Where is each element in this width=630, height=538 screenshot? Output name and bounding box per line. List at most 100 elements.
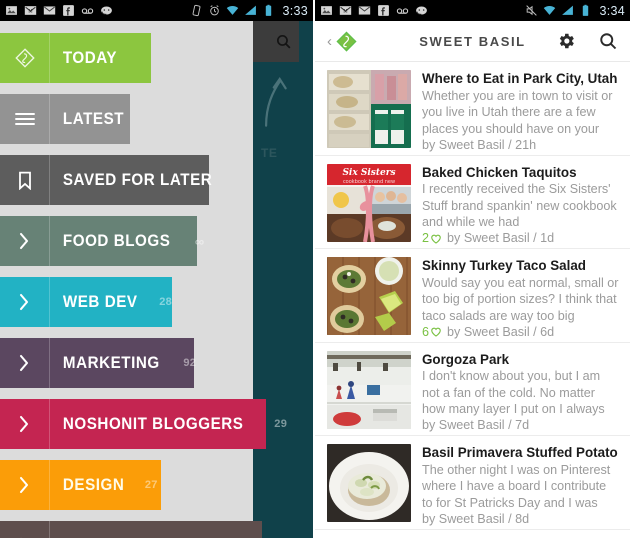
battery-icon: [579, 4, 592, 17]
article-snippet: I recently received the Six Sisters' Stu…: [422, 182, 617, 230]
article-byline: by Sweet Basil / 21h: [422, 137, 537, 152]
svg-text:M: M: [343, 9, 347, 15]
search-icon[interactable]: [598, 31, 618, 51]
stuffed-potato-photo: [327, 444, 411, 522]
hamburger-icon: [0, 94, 50, 144]
article-row[interactable]: Gorgoza Park I don't know about you, but …: [315, 343, 630, 436]
article-title: Skinny Turkey Taco Salad: [422, 258, 586, 273]
svg-text:cookbook brand new: cookbook brand new: [343, 179, 395, 185]
signal-icon: [244, 4, 257, 17]
drawer-row: LATEST: [0, 88, 313, 149]
drawer-item-label: FOOD BLOGS: [62, 231, 171, 250]
drawer-item-count: 29: [274, 418, 288, 430]
article-byline: by Sweet Basil / 7d: [422, 418, 530, 433]
navigation-drawer-menu: TODAY LATEST SAVED FOR LATER FOOD BLOGS ∞ WEB…: [0, 27, 313, 538]
drawer-row: DESIGN 27: [0, 454, 313, 515]
voicemail-icon: [81, 4, 94, 17]
screenshot-root: M 3:33 TE TODAY LATEST SAVED FOR LATER F…: [0, 0, 630, 538]
article-title: Where to Eat in Park City, Utah: [422, 71, 618, 86]
drawer-item-label: MARKETING: [62, 353, 160, 372]
feedly-logo-icon[interactable]: [335, 30, 358, 53]
like-count: 6: [422, 324, 442, 340]
heart-icon: [430, 326, 442, 338]
gear-icon[interactable]: [556, 31, 576, 51]
article-meta: 2 by Sweet Basil / 1d: [422, 230, 620, 246]
article-title: Baked Chicken Taquitos: [422, 164, 577, 180]
right-status-system-icons: 3:34: [525, 4, 625, 18]
drawer-item-label: SAVED FOR LATER: [62, 170, 213, 189]
battery-icon: [262, 4, 275, 17]
chevron-icon: [0, 399, 50, 449]
drawer-row: FOOD BLOGS ∞: [0, 210, 313, 271]
article-snippet: Whether you are in town to visit or you …: [422, 88, 613, 136]
left-phone-screen: M 3:33 TE TODAY LATEST SAVED FOR LATER F…: [0, 0, 315, 538]
left-status-notification-icons: M: [5, 4, 113, 17]
article-snippet: Would say you eat normal, small or too b…: [422, 275, 619, 323]
gmail-icon: M: [339, 4, 352, 17]
drawer-item-design[interactable]: DESIGN 27: [0, 460, 161, 510]
article-byline: by Sweet Basil / 8d: [422, 511, 530, 526]
drawer-item-saved-for-later[interactable]: SAVED FOR LATER: [0, 155, 213, 205]
hangouts-icon: [415, 4, 428, 17]
mail-icon: [43, 4, 56, 17]
hangouts-icon: [100, 4, 113, 17]
app-bar-actions: [556, 31, 618, 51]
chevron-icon: [0, 338, 50, 388]
article-byline: by Sweet Basil / 1d: [447, 231, 555, 246]
article-row[interactable]: Where to Eat in Park City, Utah Whether y…: [315, 62, 630, 156]
right-status-bar: M 3:34: [315, 0, 630, 21]
gmail-icon: M: [24, 4, 37, 17]
six-sisters-stuff-cookbook-photo: Six Sisters cookbook brand new: [327, 163, 411, 242]
drawer-item-label: TODAY: [62, 48, 118, 67]
facebook-icon: [377, 4, 390, 17]
article-meta: by Sweet Basil / 7d: [422, 417, 620, 433]
article-row[interactable]: Six Sisters cookbook brand new Baked Chick…: [315, 156, 630, 249]
wifi-icon: [226, 4, 239, 17]
svg-text:Six Sisters: Six Sisters: [342, 168, 395, 178]
chevron-icon: [0, 521, 50, 538]
drawer-item-latest[interactable]: LATEST: [0, 94, 130, 144]
article-text: Baked Chicken Taquitos I recently receiv…: [422, 164, 620, 246]
grocery-shelf-photo: [327, 70, 411, 148]
mail-icon: [358, 4, 371, 17]
drawer-row: TODAY: [0, 27, 313, 88]
wifi-icon: [543, 4, 556, 17]
like-count-value: 2: [422, 231, 430, 246]
drawer-item-noshonit-bloggers[interactable]: NOSHONIT BLOGGERS 29: [0, 399, 287, 449]
article-meta: by Sweet Basil / 21h: [422, 137, 620, 153]
right-status-notification-icons: M: [320, 4, 428, 17]
left-clock: 3:33: [282, 3, 308, 18]
signal-icon: [561, 4, 574, 17]
article-text: Basil Primavera Stuffed Potato The other …: [422, 444, 620, 526]
article-row[interactable]: Skinny Turkey Taco Salad Would say you ea…: [315, 249, 630, 343]
right-phone-screen: M 3:34 ‹ SWEET BASIL Where to Eat in Par…: [315, 0, 630, 538]
article-row[interactable]: Basil Primavera Stuffed Potato The other …: [315, 436, 630, 530]
bookmark-icon: [0, 155, 50, 205]
drawer-item-food-blogs[interactable]: FOOD BLOGS ∞: [0, 216, 204, 266]
article-title: Basil Primavera Stuffed Potato: [422, 445, 618, 460]
article-list[interactable]: Where to Eat in Park City, Utah Whether y…: [315, 62, 630, 538]
drawer-item-label: NOSHONIT BLOGGERS: [62, 414, 244, 433]
drawer-item-label: WEB DEV: [62, 292, 138, 311]
article-text: Where to Eat in Park City, Utah Whether y…: [422, 70, 620, 152]
chevron-icon: [0, 277, 50, 327]
article-meta: 6 by Sweet Basil / 6d: [422, 324, 620, 340]
drawer-item-partial[interactable]: [0, 521, 262, 538]
drawer-row: WEB DEV 28: [0, 271, 313, 332]
drawer-item-today[interactable]: TODAY: [0, 33, 151, 83]
drawer-item-label: DESIGN: [62, 475, 125, 494]
like-count: 2: [422, 230, 442, 246]
chevron-icon: [0, 460, 50, 510]
rotation-icon: [190, 4, 203, 17]
drawer-item-count: ∞: [194, 233, 205, 249]
back-chevron-icon[interactable]: ‹: [327, 34, 332, 49]
right-clock: 3:34: [599, 3, 625, 18]
left-status-system-icons: 3:33: [190, 4, 308, 18]
drawer-item-web-dev[interactable]: WEB DEV 28: [0, 277, 172, 327]
photo-icon: [320, 4, 333, 17]
facebook-icon: [62, 4, 75, 17]
article-snippet: The other night I was on Pinterest where…: [422, 462, 611, 510]
drawer-item-marketing[interactable]: MARKETING 92: [0, 338, 196, 388]
feedly-icon: [0, 33, 50, 83]
svg-text:M: M: [28, 9, 32, 15]
